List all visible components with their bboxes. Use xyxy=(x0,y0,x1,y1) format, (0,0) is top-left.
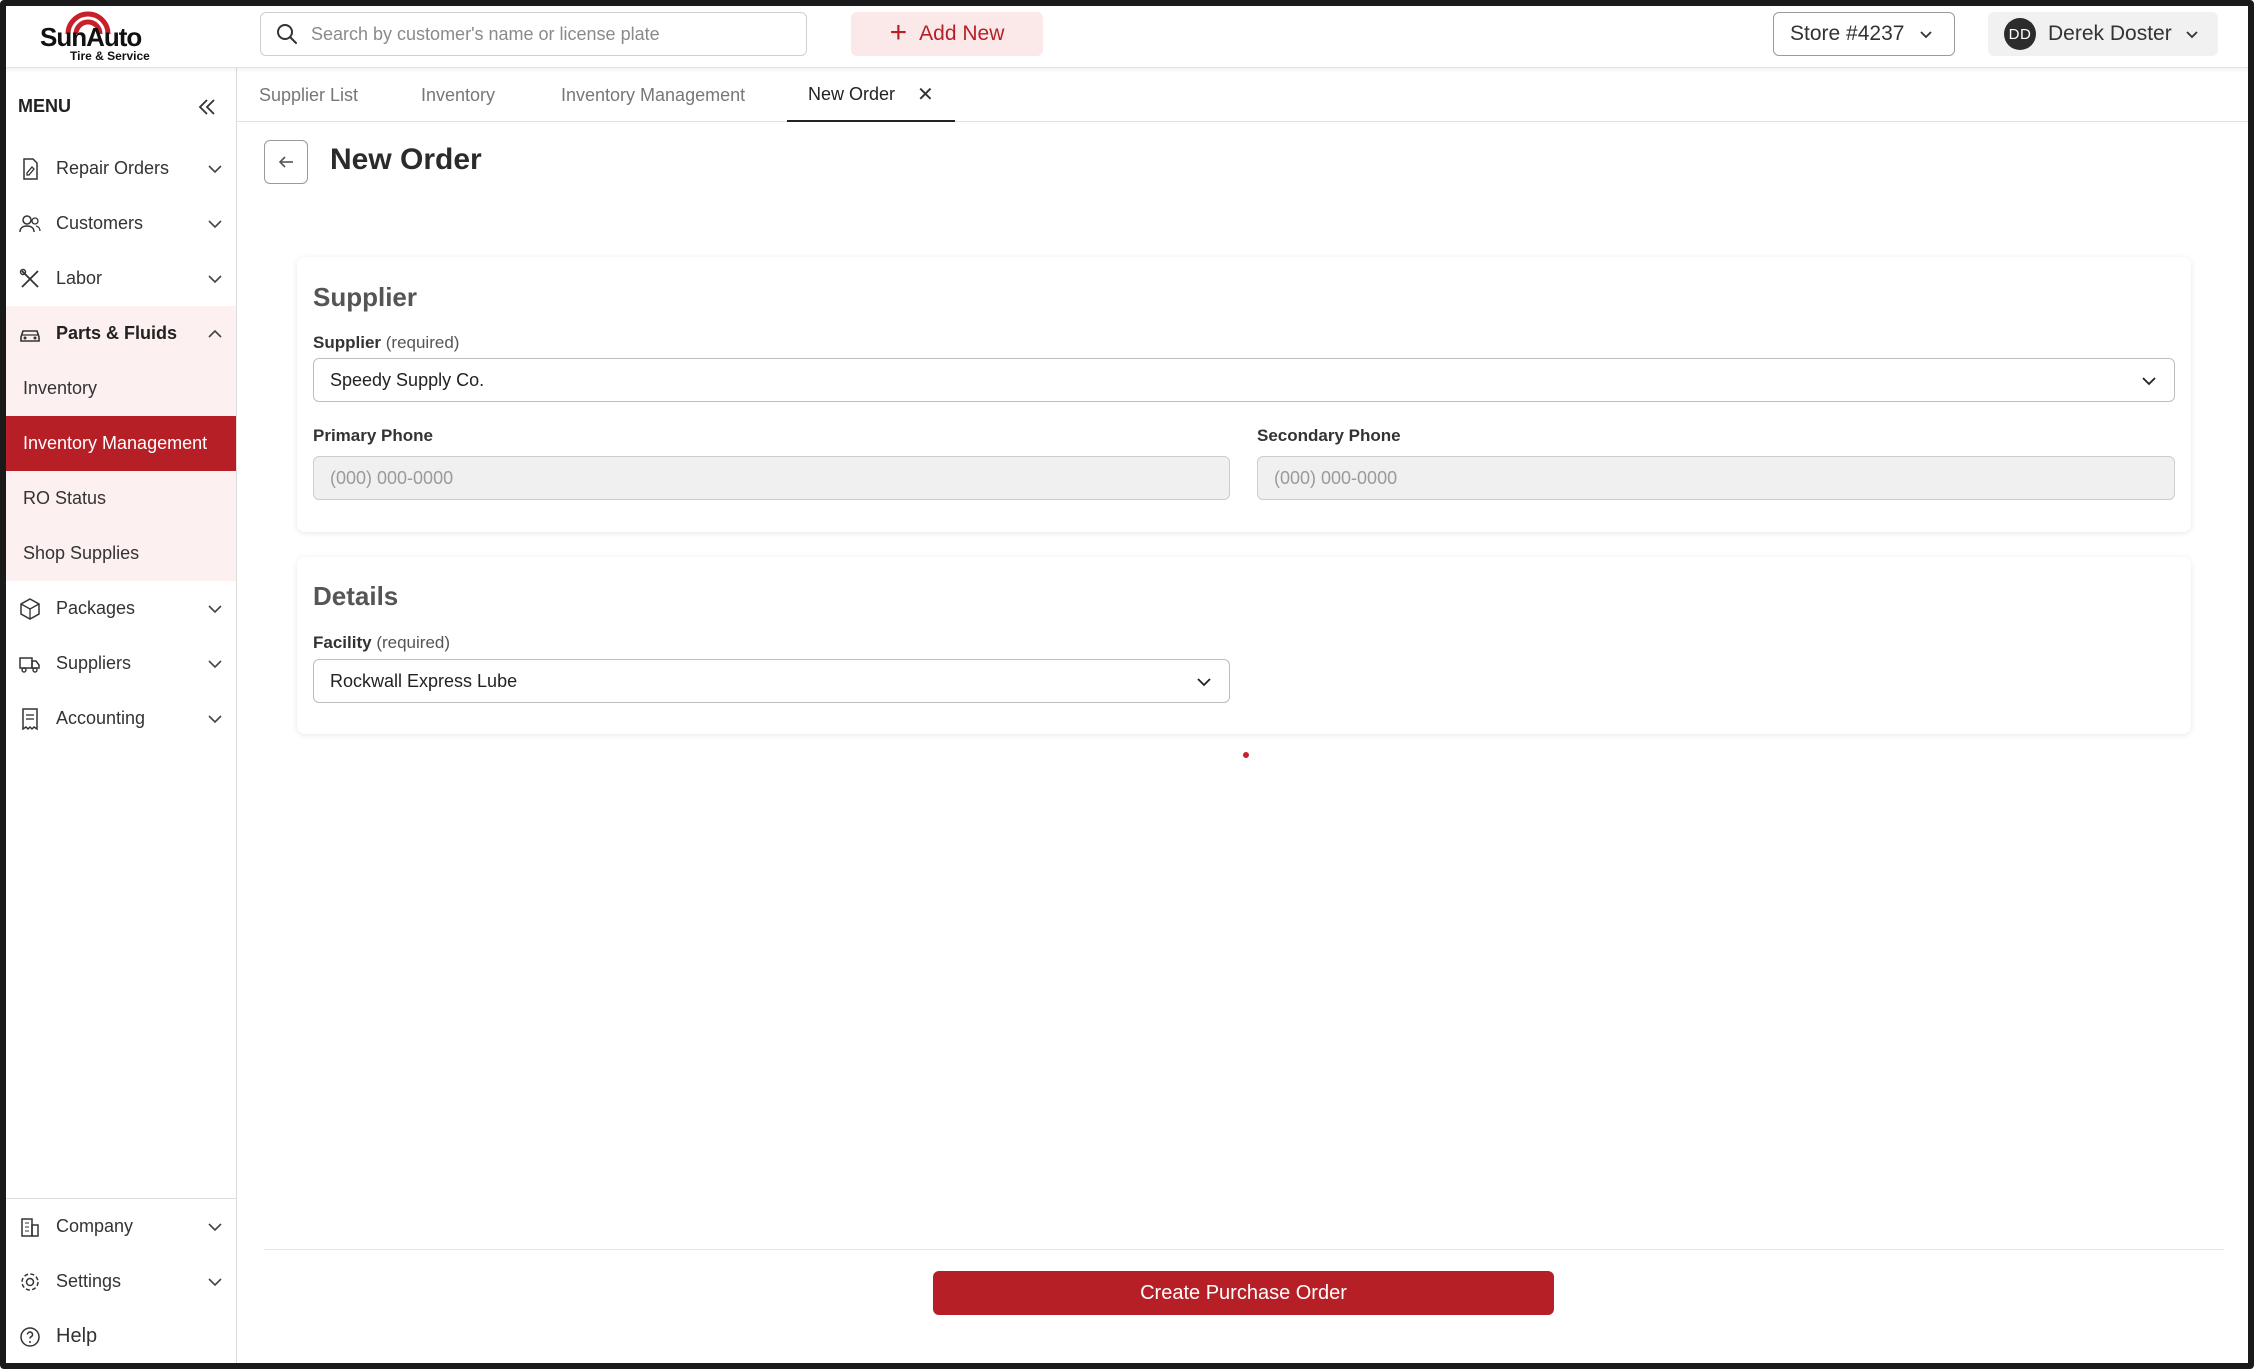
supplier-section-title: Supplier xyxy=(313,282,418,312)
page-title: New Order xyxy=(330,143,482,176)
tab-bar: Supplier List Inventory Inventory Manage… xyxy=(237,68,2254,122)
sidebar-item-label: Customers xyxy=(56,213,144,233)
chevron-down-icon xyxy=(1197,678,1211,687)
sidebar-item-labor[interactable]: Labor xyxy=(6,251,236,306)
supplier-field-label: Supplier (required) xyxy=(313,333,460,352)
building-icon xyxy=(18,1215,42,1239)
chevron-down-icon xyxy=(2142,377,2156,386)
back-button[interactable] xyxy=(264,140,308,184)
sidebar-item-label: Labor xyxy=(56,268,103,288)
tab-inventory-management[interactable]: Inventory Management xyxy=(561,68,745,122)
chevron-down-icon xyxy=(2186,31,2198,39)
menu-heading: MENU xyxy=(18,96,71,116)
chevron-down-icon xyxy=(208,715,222,724)
facility-select-value: Rockwall Express Lube xyxy=(330,670,518,691)
chevron-up-icon xyxy=(208,329,222,338)
arrow-left-icon xyxy=(278,156,293,168)
sidebar-item-label: Settings xyxy=(56,1271,122,1291)
facility-select[interactable]: Rockwall Express Lube xyxy=(313,659,1230,703)
loading-indicator xyxy=(1243,752,1249,758)
sidebar-item-label: Packages xyxy=(56,598,136,618)
add-new-label: Add New xyxy=(919,22,1005,45)
footer-divider xyxy=(264,1249,2224,1250)
create-purchase-order-button[interactable]: Create Purchase Order xyxy=(933,1271,1554,1315)
secondary-phone-input[interactable] xyxy=(1257,456,2175,500)
primary-phone-label: Primary Phone xyxy=(313,426,433,445)
sunauto-logo[interactable]: SunAuto Tire & Service xyxy=(38,6,160,64)
plus-icon: + xyxy=(889,15,908,49)
users-icon xyxy=(18,212,42,236)
tab-inventory[interactable]: Inventory xyxy=(421,68,495,122)
sidebar-item-label: Accounting xyxy=(56,708,146,728)
gear-icon xyxy=(18,1270,42,1294)
store-label: Store #4237 xyxy=(1790,22,1905,45)
add-new-button[interactable]: + Add New xyxy=(851,12,1043,56)
sidebar-subitem-shop-supplies[interactable]: Shop Supplies xyxy=(6,526,236,581)
tab-new-order[interactable]: New Order ✕ xyxy=(787,68,955,122)
chevron-down-icon xyxy=(208,1223,222,1232)
chevron-down-icon xyxy=(208,165,222,174)
chevron-down-icon xyxy=(208,220,222,229)
supplier-card: Supplier Supplier (required) Speedy Supp… xyxy=(297,257,2191,532)
sidebar-item-company[interactable]: Company xyxy=(6,1199,236,1254)
search-icon xyxy=(277,24,297,44)
collapse-sidebar-icon[interactable] xyxy=(196,96,218,118)
receipt-icon xyxy=(18,707,42,731)
close-icon[interactable]: ✕ xyxy=(917,82,934,107)
sidebar-item-settings[interactable]: Settings xyxy=(6,1254,236,1309)
chevron-down-icon xyxy=(208,275,222,284)
sidebar-item-repair-orders[interactable]: Repair Orders xyxy=(6,141,236,196)
sidebar-subitem-ro-status[interactable]: RO Status xyxy=(6,471,236,526)
sidebar-item-customers[interactable]: Customers xyxy=(6,196,236,251)
facility-field-label: Facility (required) xyxy=(313,633,451,652)
sidebar-subitem-inventory-management[interactable]: Inventory Management xyxy=(6,416,236,471)
sidebar-subitem-inventory[interactable]: Inventory xyxy=(6,361,236,416)
avatar: DD xyxy=(2004,18,2036,50)
truck-icon xyxy=(18,652,42,676)
sidebar-item-label: Suppliers xyxy=(56,653,132,673)
sidebar-item-accounting[interactable]: Accounting xyxy=(6,691,236,746)
chevron-down-icon xyxy=(208,1278,222,1287)
sidebar-item-label: Help xyxy=(56,1325,98,1347)
tools-icon xyxy=(18,267,42,291)
sidebar-item-help[interactable]: Help xyxy=(6,1309,236,1364)
store-selector[interactable]: Store #4237 xyxy=(1773,12,1955,56)
sidebar-item-parts-fluids[interactable]: Parts & Fluids xyxy=(6,306,236,361)
chevron-down-icon xyxy=(208,660,222,669)
car-icon xyxy=(18,322,42,346)
secondary-phone-label: Secondary Phone xyxy=(1257,426,1401,445)
document-pen-icon xyxy=(18,157,42,181)
sidebar-item-label: Repair Orders xyxy=(56,158,170,178)
chevron-down-icon xyxy=(208,605,222,614)
user-menu[interactable]: DD Derek Doster xyxy=(1988,12,2218,56)
sidebar-item-label: Parts & Fluids xyxy=(56,323,178,343)
sidebar-item-suppliers[interactable]: Suppliers xyxy=(6,636,236,691)
details-section-title: Details xyxy=(313,581,399,611)
sidebar-item-label: Company xyxy=(56,1216,134,1236)
sidebar: MENU Repair Orders Customers Labor Parts… xyxy=(0,68,237,1369)
search-input[interactable] xyxy=(311,23,791,45)
svg-text:SunAuto: SunAuto xyxy=(40,22,141,52)
box-icon xyxy=(18,597,42,621)
svg-text:Tire & Service: Tire & Service xyxy=(70,49,150,63)
search-box[interactable] xyxy=(260,12,807,56)
sidebar-item-packages[interactable]: Packages xyxy=(6,581,236,636)
chevron-down-icon xyxy=(1920,31,1933,39)
tab-label: New Order xyxy=(808,83,896,104)
help-icon xyxy=(18,1325,42,1349)
details-card: Details Facility (required) Rockwall Exp… xyxy=(297,557,2191,734)
logo-mark: SunAuto Tire & Service xyxy=(40,11,150,63)
tab-supplier-list[interactable]: Supplier List xyxy=(259,68,358,122)
user-name: Derek Doster xyxy=(2048,22,2172,45)
primary-phone-input[interactable] xyxy=(313,456,1230,500)
supplier-select-value: Speedy Supply Co. xyxy=(330,369,485,390)
supplier-select[interactable]: Speedy Supply Co. xyxy=(313,358,2175,402)
top-bar: SunAuto Tire & Service + Add New Store #… xyxy=(0,0,2254,68)
